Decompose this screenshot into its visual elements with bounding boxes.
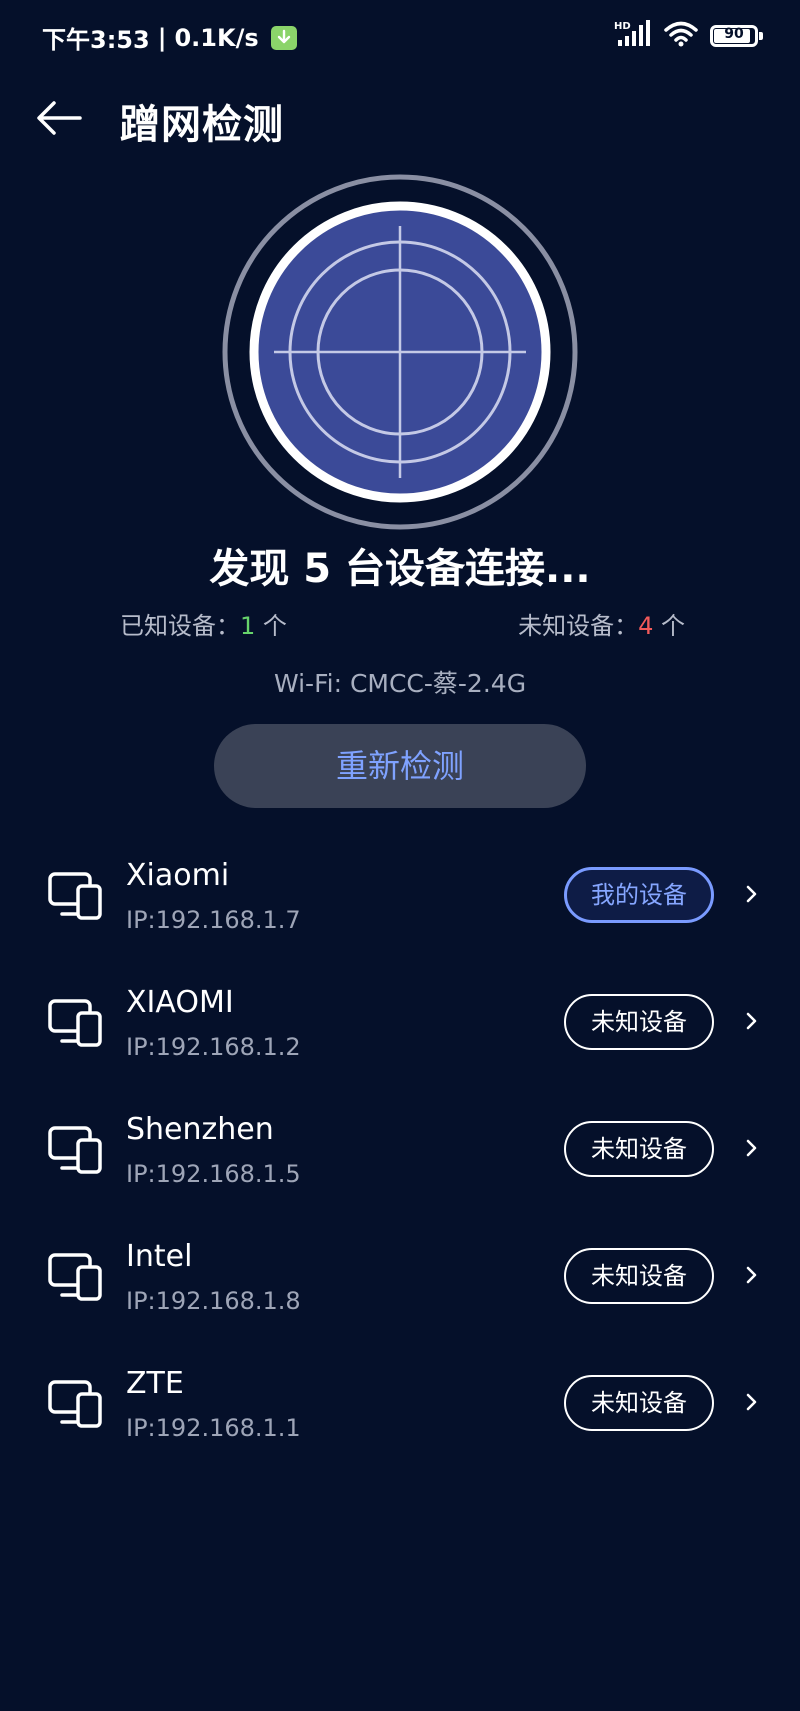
device-name: Intel bbox=[126, 1239, 193, 1274]
device-name: XIAOMI bbox=[126, 985, 234, 1020]
arrow-left-icon bbox=[37, 101, 82, 135]
chevron-right-icon bbox=[746, 1139, 757, 1157]
radar-graphic bbox=[220, 172, 580, 532]
status-right: HD 90 bbox=[614, 20, 763, 52]
chevron-right-icon bbox=[746, 1266, 757, 1284]
page-title: 蹭网检测 bbox=[120, 102, 284, 148]
devices-icon bbox=[48, 1253, 102, 1301]
device-ip: IP:192.168.1.1 bbox=[126, 1414, 301, 1442]
device-row[interactable]: Xiaomi IP:192.168.1.7 我的设备 bbox=[0, 850, 800, 977]
device-tag-mine[interactable]: 我的设备 bbox=[564, 867, 714, 923]
status-time: 下午3:53 bbox=[42, 26, 150, 54]
unknown-unit: 个 bbox=[661, 612, 685, 640]
network-speed: 0.1K/s bbox=[174, 23, 259, 52]
unknown-number: 4 bbox=[638, 612, 654, 640]
chevron-right-icon bbox=[746, 1012, 757, 1030]
device-tag-unknown[interactable]: 未知设备 bbox=[564, 994, 714, 1050]
battery-level: 90 bbox=[724, 26, 744, 42]
found-devices-text: 发现 5 台设备连接... bbox=[209, 546, 591, 592]
unknown-devices-count: 未知设备：4 个 bbox=[518, 606, 685, 641]
status-separator: | bbox=[157, 23, 167, 52]
device-row[interactable]: Shenzhen IP:192.168.1.5 未知设备 bbox=[0, 1104, 800, 1231]
devices-icon bbox=[48, 1126, 102, 1174]
recheck-button[interactable]: 重新检测 bbox=[214, 724, 586, 808]
wifi-name: Wi-Fi: CMCC-蔡-2.4G bbox=[273, 669, 527, 698]
devices-icon bbox=[48, 999, 102, 1047]
device-name: ZTE bbox=[126, 1366, 184, 1401]
device-name: Xiaomi bbox=[126, 858, 230, 893]
device-row[interactable]: ZTE IP:192.168.1.1 未知设备 bbox=[0, 1358, 800, 1485]
back-button[interactable] bbox=[30, 88, 90, 148]
device-ip: IP:192.168.1.2 bbox=[126, 1033, 301, 1061]
device-ip: IP:192.168.1.5 bbox=[126, 1160, 301, 1188]
chevron-right-icon bbox=[746, 1393, 757, 1411]
device-tag-unknown[interactable]: 未知设备 bbox=[564, 1375, 714, 1431]
app-bar: 蹭网检测 bbox=[0, 80, 800, 160]
radar-icon bbox=[222, 174, 578, 530]
wifi-icon bbox=[664, 21, 698, 51]
known-label: 已知设备： bbox=[120, 612, 240, 640]
network-type-label: HD bbox=[614, 21, 631, 32]
device-ip: IP:192.168.1.8 bbox=[126, 1287, 301, 1315]
known-devices-count: 已知设备：1 个 bbox=[120, 606, 287, 641]
signal-icon: HD bbox=[614, 20, 652, 52]
download-badge-icon bbox=[270, 25, 297, 50]
unknown-label: 未知设备： bbox=[518, 612, 639, 640]
known-unit: 个 bbox=[262, 612, 287, 640]
device-tag-unknown[interactable]: 未知设备 bbox=[564, 1121, 714, 1177]
known-number: 1 bbox=[240, 612, 256, 640]
status-left: 下午3:53 | 0.1K/s bbox=[42, 20, 297, 55]
status-bar: 下午3:53 | 0.1K/s HD 90 bbox=[0, 0, 800, 72]
device-name: Shenzhen bbox=[126, 1112, 274, 1147]
devices-icon bbox=[48, 1380, 102, 1428]
device-row[interactable]: XIAOMI IP:192.168.1.2 未知设备 bbox=[0, 977, 800, 1104]
chevron-right-icon bbox=[746, 885, 757, 903]
devices-icon bbox=[48, 872, 102, 920]
device-ip: IP:192.168.1.7 bbox=[126, 906, 301, 934]
device-tag-unknown[interactable]: 未知设备 bbox=[564, 1248, 714, 1304]
device-list: Xiaomi IP:192.168.1.7 我的设备 XIAOMI IP:192… bbox=[0, 850, 800, 1485]
battery-icon: 90 bbox=[710, 25, 763, 47]
device-row[interactable]: Intel IP:192.168.1.8 未知设备 bbox=[0, 1231, 800, 1358]
